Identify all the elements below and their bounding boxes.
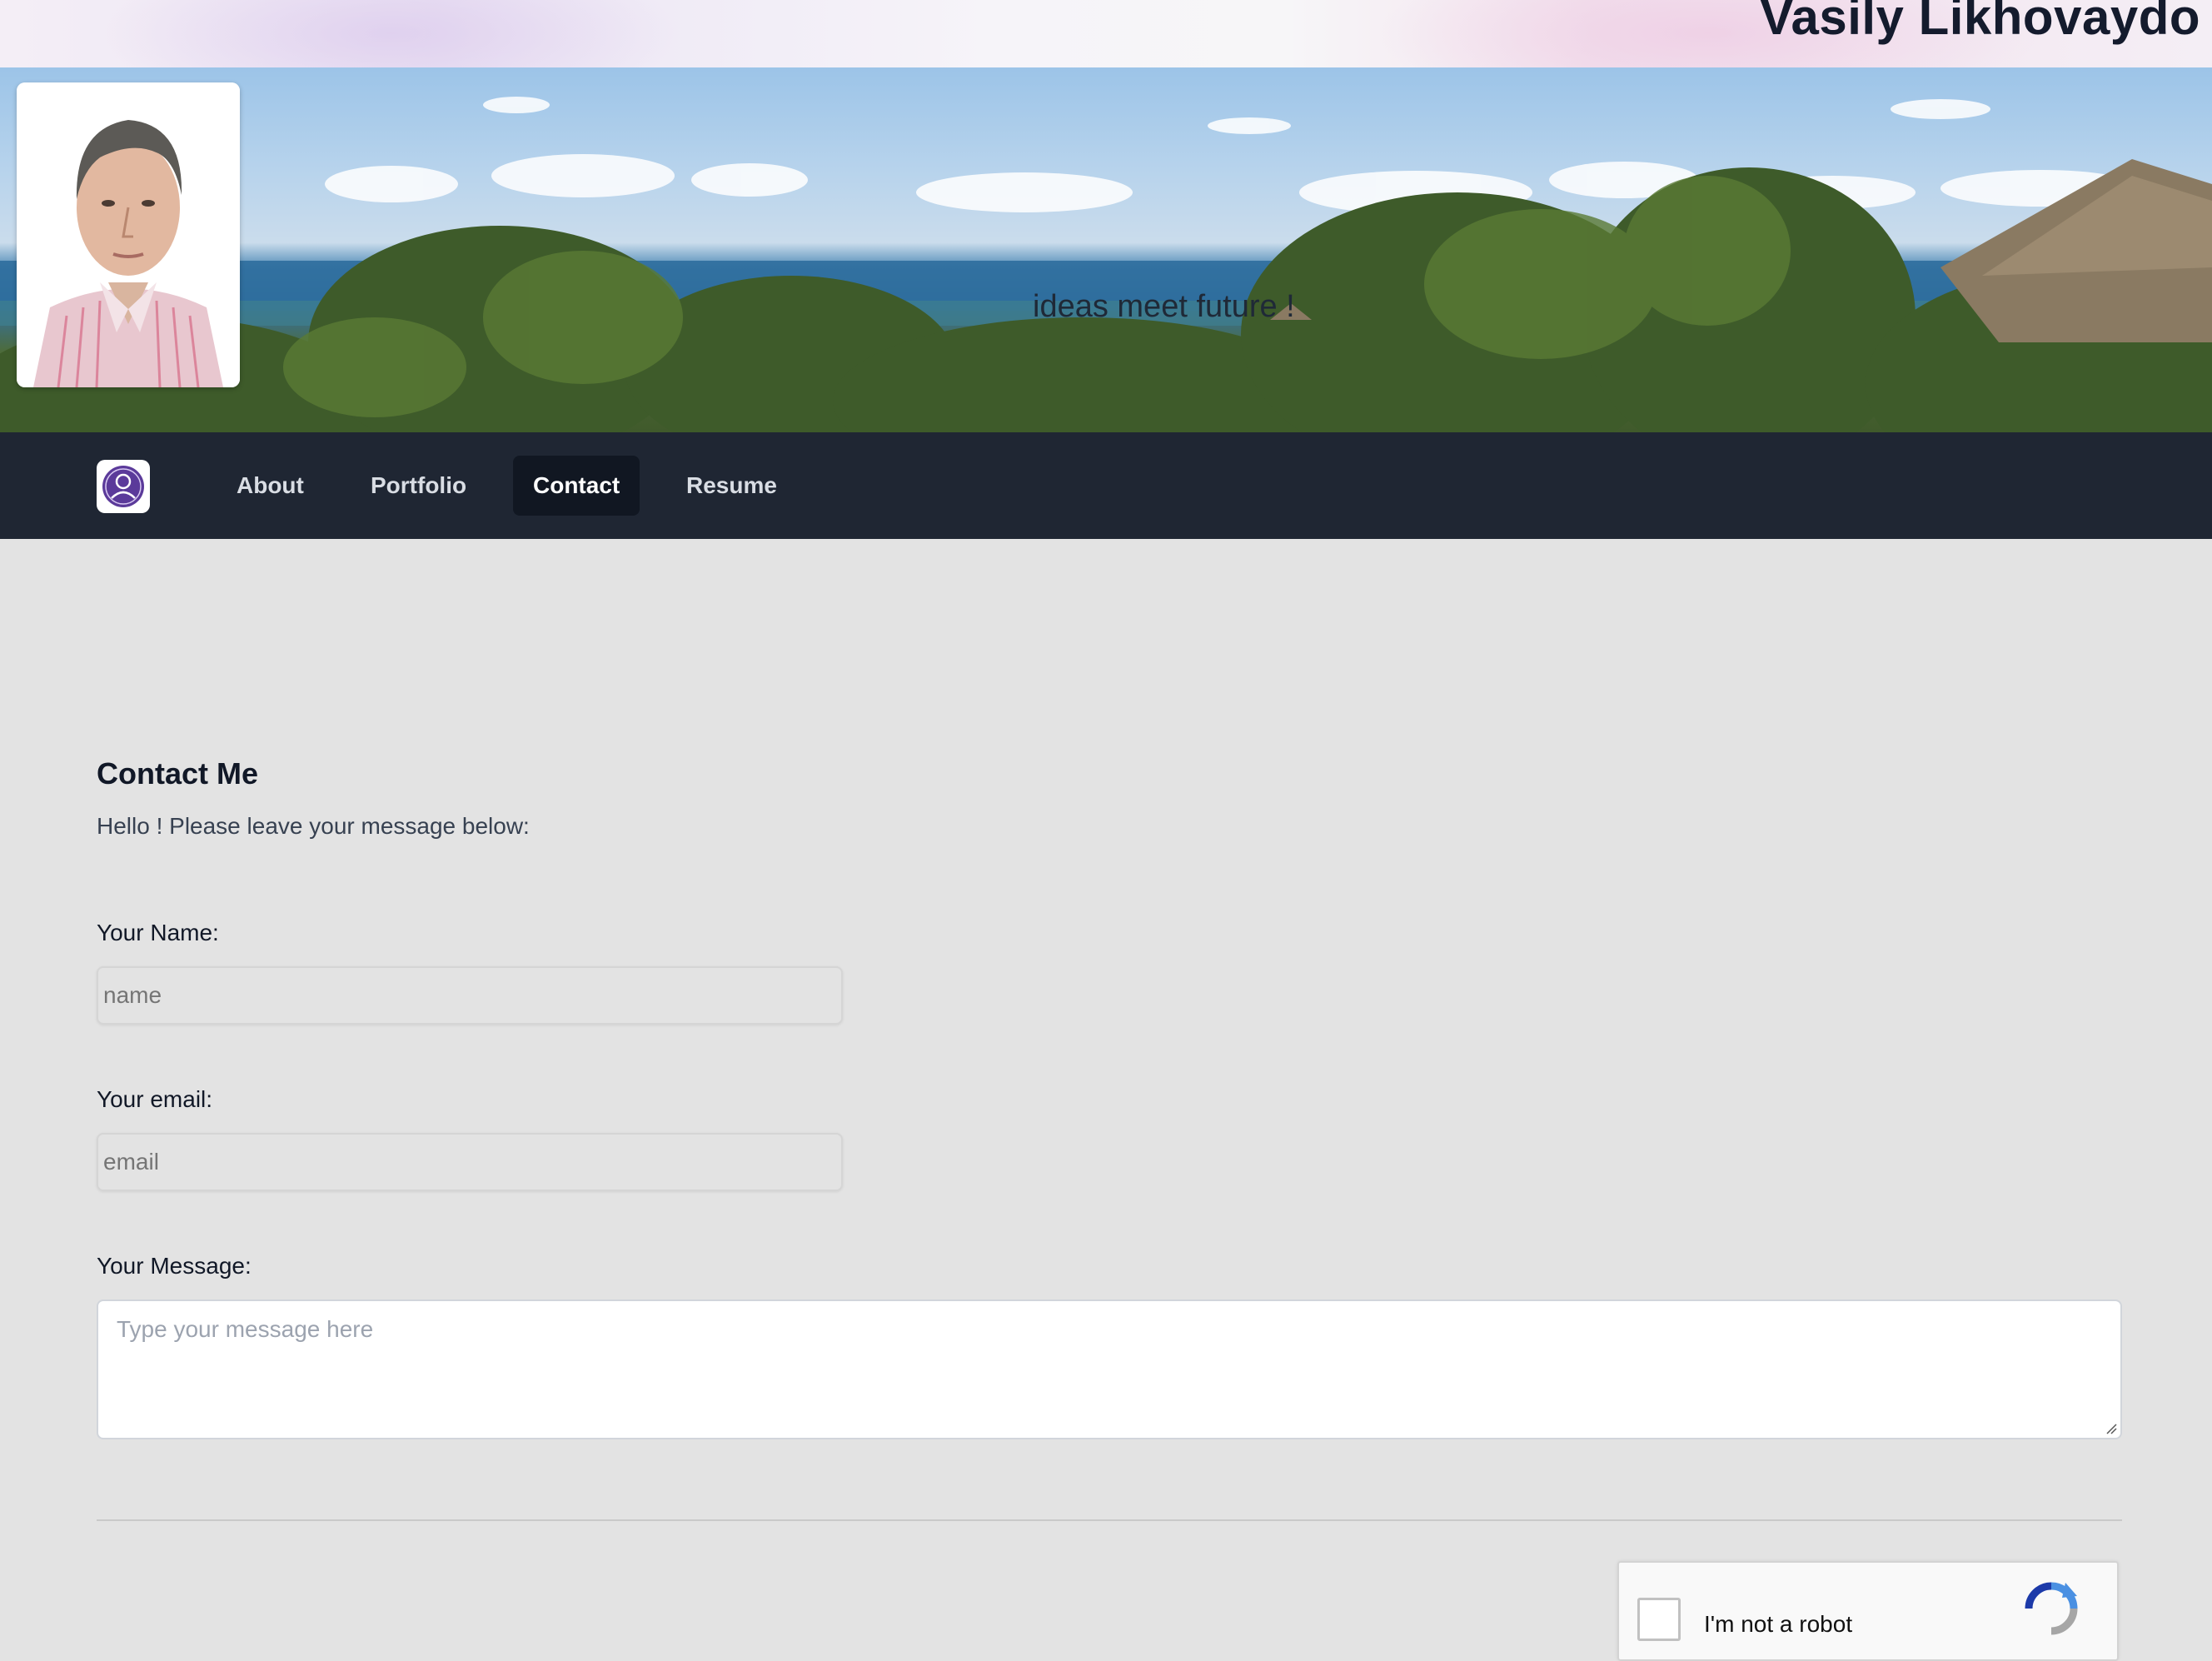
main-nav: About Portfolio Contact Resume: [0, 432, 2212, 539]
site-logo[interactable]: [97, 460, 150, 513]
nav-resume[interactable]: Resume: [666, 456, 797, 516]
name-input[interactable]: [97, 966, 843, 1025]
resize-grip-icon[interactable]: [2105, 1423, 2117, 1434]
profile-photo-image: [17, 82, 240, 387]
hero-banner: ideas meet future !: [0, 67, 2212, 432]
banner-landscape-image: [0, 97, 2212, 432]
nav-about[interactable]: About: [217, 456, 324, 516]
name-label: Your Name:: [97, 920, 219, 945]
nav-contact[interactable]: Contact: [513, 456, 640, 516]
page-intro: Hello ! Please leave your message below:: [97, 813, 530, 839]
email-label: Your email:: [97, 1086, 213, 1112]
banner-tagline: ideas meet future !: [1033, 289, 1295, 324]
nav-portfolio[interactable]: Portfolio: [351, 456, 486, 516]
top-title-bar: Vasily Likhovaydo: [0, 0, 2212, 67]
message-placeholder: Type your message here: [117, 1316, 374, 1342]
message-label: Your Message:: [97, 1253, 252, 1279]
profile-photo: [17, 82, 240, 387]
recaptcha-label: I'm not a robot: [1704, 1611, 1853, 1637]
user-circle-icon: [102, 466, 144, 507]
page-title: Contact Me: [97, 756, 259, 791]
message-textarea[interactable]: Type your message here: [97, 1299, 2122, 1439]
title-bar-glow: [100, 0, 683, 67]
recaptcha-checkbox[interactable]: [1637, 1598, 1681, 1641]
site-title: Vasily Likhovaydo: [1760, 0, 2200, 45]
recaptcha-widget: I'm not a robot: [1617, 1561, 2119, 1661]
form-divider: [97, 1519, 2122, 1521]
recaptcha-icon: [2025, 1582, 2078, 1635]
email-input[interactable]: [97, 1133, 843, 1191]
